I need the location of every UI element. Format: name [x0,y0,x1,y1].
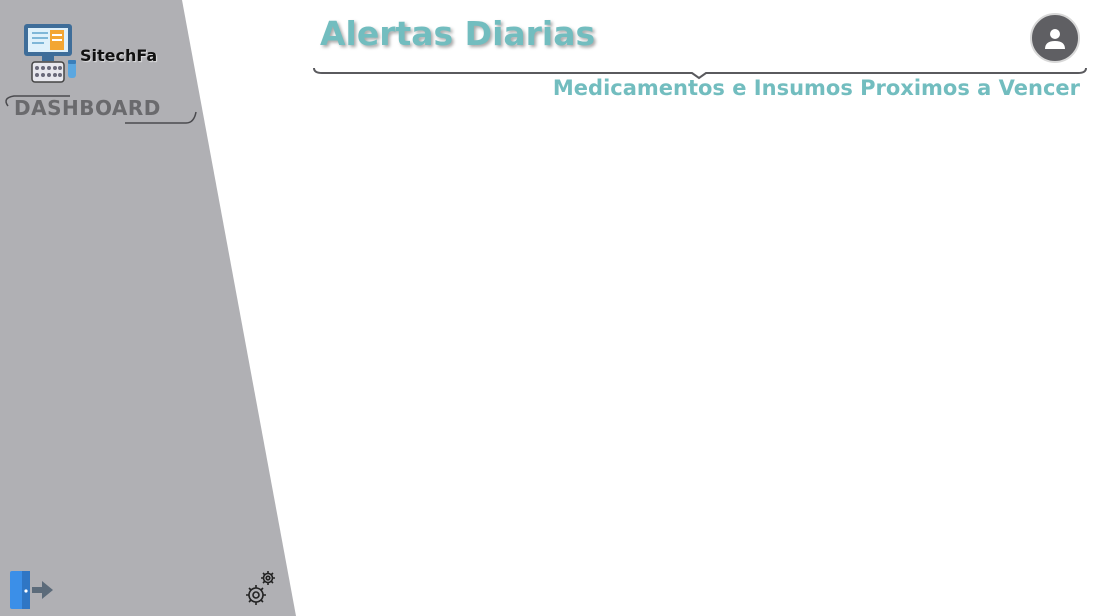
page-title: Alertas Diarias [320,14,596,53]
gears-icon[interactable] [240,568,280,610]
pharmacy-computer-icon [24,24,76,83]
page-subtitle: Medicamentos e Insumos Proximos a Vencer [552,76,1080,100]
logout-door-icon[interactable] [8,568,54,612]
user-avatar-button[interactable] [1030,13,1080,63]
dashboard-label[interactable]: DASHBOARD [14,96,161,120]
brand-name: SitechFa [80,46,158,65]
user-avatar-icon [1045,29,1065,49]
